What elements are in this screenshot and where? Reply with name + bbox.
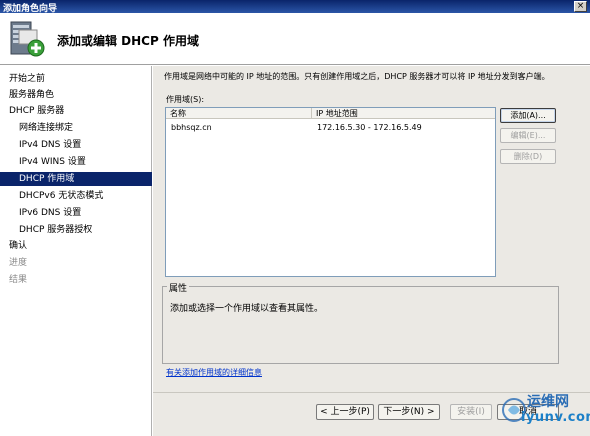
page-title: 添加或编辑 DHCP 作用域 <box>57 34 199 48</box>
add-button[interactable]: 添加(A)... <box>500 108 556 123</box>
nav-item-server-roles[interactable]: 服务器角色 <box>0 88 152 102</box>
nav-item-before-you-begin[interactable]: 开始之前 <box>0 72 152 86</box>
wizard-footer: < 上一步(P) 下一步(N) > 安装(I) 取消 <box>153 392 590 436</box>
nav-item-results: 结果 <box>9 275 28 285</box>
page-description: 作用域是网络中可能的 IP 地址的范围。只有创建作用域之后，DHCP 服务器才可… <box>164 72 550 81</box>
nav-item-dhcp-scopes[interactable]: DHCP 作用域 <box>0 172 152 186</box>
more-info-link[interactable]: 有关添加作用域的详细信息 <box>166 367 262 378</box>
nav-item-ipv4-dns[interactable]: IPv4 DNS 设置 <box>0 138 152 152</box>
cancel-button[interactable]: 取消 <box>497 404 559 420</box>
install-button[interactable]: 安装(I) <box>450 404 492 420</box>
wizard-nav: 开始之前 服务器角色 DHCP 服务器 网络连接绑定 IPv4 DNS 设置 I… <box>0 66 152 436</box>
nav-item-network-binding[interactable]: 网络连接绑定 <box>0 121 152 135</box>
properties-text: 添加或选择一个作用域以查看其属性。 <box>170 304 324 314</box>
scope-range-cell: 172.16.5.30 - 172.16.5.49 <box>317 123 422 132</box>
scopes-list[interactable]: 名称 IP 地址范围 bbhsqz.cn 172.16.5.30 - 172.1… <box>165 107 496 277</box>
delete-button[interactable]: 删除(D) <box>500 149 556 164</box>
list-header: 名称 IP 地址范围 <box>166 108 495 119</box>
nav-item-dhcpv6-stateless[interactable]: DHCPv6 无状态模式 <box>0 189 152 203</box>
scopes-label: 作用域(S): <box>166 95 205 104</box>
table-row[interactable]: bbhsqz.cn 172.16.5.30 - 172.16.5.49 <box>166 122 495 133</box>
nav-item-ipv4-wins[interactable]: IPv4 WINS 设置 <box>0 155 152 169</box>
nav-item-progress: 进度 <box>9 258 28 268</box>
next-button[interactable]: 下一步(N) > <box>378 404 440 420</box>
previous-button[interactable]: < 上一步(P) <box>316 404 374 420</box>
properties-title: 属性 <box>167 281 190 294</box>
edit-button[interactable]: 编辑(E)... <box>500 128 556 143</box>
wizard-header: 添加或编辑 DHCP 作用域 <box>0 13 590 65</box>
nav-item-dhcp-server[interactable]: DHCP 服务器 <box>0 104 152 118</box>
scope-name-cell: bbhsqz.cn <box>171 123 212 132</box>
column-header-name[interactable]: 名称 <box>166 108 312 119</box>
main-content: 作用域是网络中可能的 IP 地址的范围。只有创建作用域之后，DHCP 服务器才可… <box>153 66 590 436</box>
nav-item-ipv6-dns[interactable]: IPv6 DNS 设置 <box>0 206 152 220</box>
properties-group: 属性 添加或选择一个作用域以查看其属性。 <box>162 281 559 364</box>
title-bar: 添加角色向导 × <box>0 0 590 14</box>
column-header-ip-range[interactable]: IP 地址范围 <box>312 108 495 119</box>
server-with-plus-icon <box>10 21 45 57</box>
nav-item-dhcp-authorization[interactable]: DHCP 服务器授权 <box>0 223 152 237</box>
nav-item-confirmation[interactable]: 确认 <box>0 239 152 253</box>
close-icon[interactable]: × <box>574 1 587 12</box>
